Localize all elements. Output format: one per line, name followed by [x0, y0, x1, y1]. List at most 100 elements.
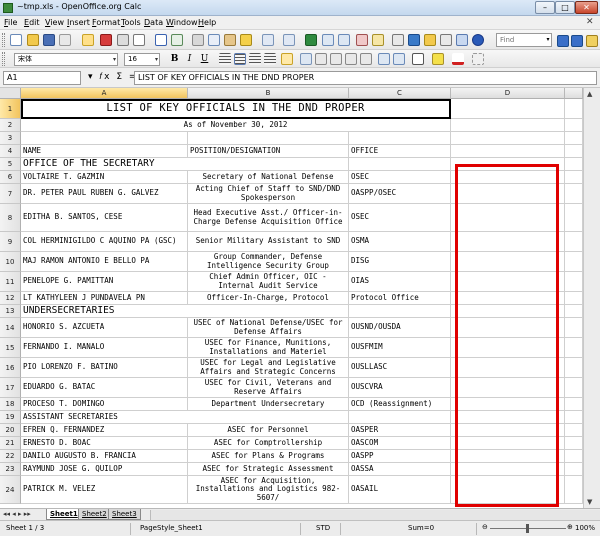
cell-d-row-8[interactable] [451, 204, 565, 232]
cell-a-row-10[interactable]: MAJ RAMON ANTONIO E BELLO PA [21, 252, 188, 272]
cell-d-row-21[interactable] [451, 437, 565, 450]
cell-a-row-2[interactable]: As of November 30, 2012 [21, 119, 451, 132]
cell-d-row-19[interactable] [451, 411, 565, 424]
increase-indent-icon[interactable] [393, 53, 405, 65]
cell-a-row-6[interactable]: VOLTAIRE T. GAZMIN [21, 171, 188, 184]
navigator-icon[interactable] [408, 34, 420, 46]
cell-c-row-18[interactable]: OCD (Reassignment) [349, 398, 451, 411]
maximize-button[interactable]: □ [555, 1, 575, 14]
cell-c-row-5[interactable] [349, 158, 451, 171]
cell-e-row-5[interactable] [565, 158, 583, 171]
gallery-icon[interactable] [424, 34, 436, 46]
row-header[interactable]: 2 [0, 119, 21, 132]
row-header[interactable]: 14 [0, 318, 21, 338]
cell-a-row-8[interactable]: EDITHA B. SANTOS, CESE [21, 204, 188, 232]
cell-e-row-10[interactable] [565, 252, 583, 272]
cell-c-row-21[interactable]: OASCOM [349, 437, 451, 450]
cell-b-row-16[interactable]: USEC for Legal and Legislative Affairs a… [188, 358, 349, 378]
cell-d-row-11[interactable] [451, 272, 565, 292]
cell-a-row-16[interactable]: PIO LORENZO F. BATINO [21, 358, 188, 378]
cell-d-row-13[interactable] [451, 305, 565, 318]
scroll-up-icon[interactable]: ▲ [587, 90, 592, 98]
minimize-button[interactable]: – [535, 1, 555, 14]
row-header[interactable]: 21 [0, 437, 21, 450]
cell-a-row-20[interactable]: EFREN Q. FERNANDEZ [21, 424, 188, 437]
close-button[interactable]: ✕ [575, 1, 598, 14]
cell-b-row-22[interactable]: ASEC for Plans & Programs [188, 450, 349, 463]
font-color-icon[interactable] [452, 53, 464, 65]
cell-d-row-1[interactable] [451, 99, 565, 119]
menu-file[interactable]: File [4, 18, 17, 27]
menu-insert[interactable]: Insert [67, 18, 90, 27]
cell-b-row-10[interactable]: Group Commander, Defense Intelligence Se… [188, 252, 349, 272]
row-header[interactable]: 18 [0, 398, 21, 411]
cell-e-row-1[interactable] [565, 99, 583, 119]
cell-d-row-17[interactable] [451, 378, 565, 398]
column-header-e[interactable] [565, 88, 583, 99]
save-icon[interactable] [43, 34, 55, 46]
copy-icon[interactable] [208, 34, 220, 46]
menu-view[interactable]: View [45, 18, 64, 27]
cell-c-row-11[interactable]: OIAS [349, 272, 451, 292]
page-style[interactable]: PageStyle_Sheet1 [140, 524, 203, 532]
export-pdf-icon[interactable] [100, 34, 112, 46]
cell-a-row-3[interactable] [21, 132, 188, 145]
cell-b-row-14[interactable]: USEC of National Defense/USEC for Defens… [188, 318, 349, 338]
cell-a-row-13[interactable]: UNDERSECRETARIES [21, 305, 349, 318]
cell-d-row-2[interactable] [451, 119, 565, 132]
zoom-slider-thumb[interactable] [526, 524, 529, 533]
row-header[interactable]: 15 [0, 338, 21, 358]
sort-ascending-icon[interactable] [322, 34, 334, 46]
zoom-level[interactable]: 100% [575, 524, 595, 532]
cell-d-row-6[interactable] [451, 171, 565, 184]
cell-c-row-15[interactable]: OUSFMIM [349, 338, 451, 358]
redo-icon[interactable] [283, 34, 295, 46]
spellcheck-icon[interactable] [155, 34, 167, 46]
zoom-icon[interactable] [456, 34, 468, 46]
cell-c-row-23[interactable]: OASSA [349, 463, 451, 476]
menu-edit[interactable]: Edit [24, 18, 40, 27]
cell-e-row-20[interactable] [565, 424, 583, 437]
cell-e-row-16[interactable] [565, 358, 583, 378]
select-all-corner[interactable] [0, 88, 21, 99]
cell-d-row-9[interactable] [451, 232, 565, 252]
cell-d-row-14[interactable] [451, 318, 565, 338]
data-sources-icon[interactable] [440, 34, 452, 46]
column-header-c[interactable]: C [349, 88, 451, 99]
standard-format-icon[interactable] [330, 53, 342, 65]
cell-e-row-14[interactable] [565, 318, 583, 338]
row-header[interactable]: 6 [0, 171, 21, 184]
open-folder-icon[interactable] [27, 34, 39, 46]
cell-c-row-12[interactable]: Protocol Office [349, 292, 451, 305]
cell-a-row-11[interactable]: PENELOPE G. PAMITTAN [21, 272, 188, 292]
borders-icon[interactable] [412, 53, 424, 65]
scroll-down-icon[interactable]: ▼ [587, 498, 592, 506]
vertical-scrollbar[interactable]: ▲ ▼ [583, 88, 600, 508]
cell-a-row-22[interactable]: DANILO AUGUSTO B. FRANCIA [21, 450, 188, 463]
cell-e-row-23[interactable] [565, 463, 583, 476]
print-preview-icon[interactable] [133, 34, 145, 46]
cell-e-row-4[interactable] [565, 145, 583, 158]
cell-b-row-15[interactable]: USEC for Finance, Munitions, Installatio… [188, 338, 349, 358]
cell-b-row-17[interactable]: USEC for Civil, Veterans and Reserve Aff… [188, 378, 349, 398]
row-header[interactable]: 11 [0, 272, 21, 292]
row-header[interactable]: 1 [0, 99, 21, 119]
formula-input[interactable]: LIST OF KEY OFFICIALS IN THE DND PROPER [134, 71, 597, 85]
cell-e-row-7[interactable] [565, 184, 583, 204]
row-header[interactable]: 7 [0, 184, 21, 204]
print-icon[interactable] [117, 34, 129, 46]
row-header[interactable]: 8 [0, 204, 21, 232]
menu-help[interactable]: Help [198, 18, 216, 27]
cell-d-row-5[interactable] [451, 158, 565, 171]
cell-a-row-24[interactable]: PATRICK M. VELEZ [21, 476, 188, 504]
format-paintbrush-icon[interactable] [240, 34, 252, 46]
cell-a-row-21[interactable]: ERNESTO D. BOAC [21, 437, 188, 450]
new-document-icon[interactable] [10, 34, 22, 46]
tab-sheet3[interactable]: Sheet3 [108, 509, 141, 520]
tab-sheet1[interactable]: Sheet1 [46, 509, 82, 520]
row-header[interactable]: 20 [0, 424, 21, 437]
cell-b-row-18[interactable]: Department Undersecretary [188, 398, 349, 411]
cell-b-row-11[interactable]: Chief Admin Officer, OIC - Internal Audi… [188, 272, 349, 292]
cell-d-row-7[interactable] [451, 184, 565, 204]
percent-format-icon[interactable] [315, 53, 327, 65]
